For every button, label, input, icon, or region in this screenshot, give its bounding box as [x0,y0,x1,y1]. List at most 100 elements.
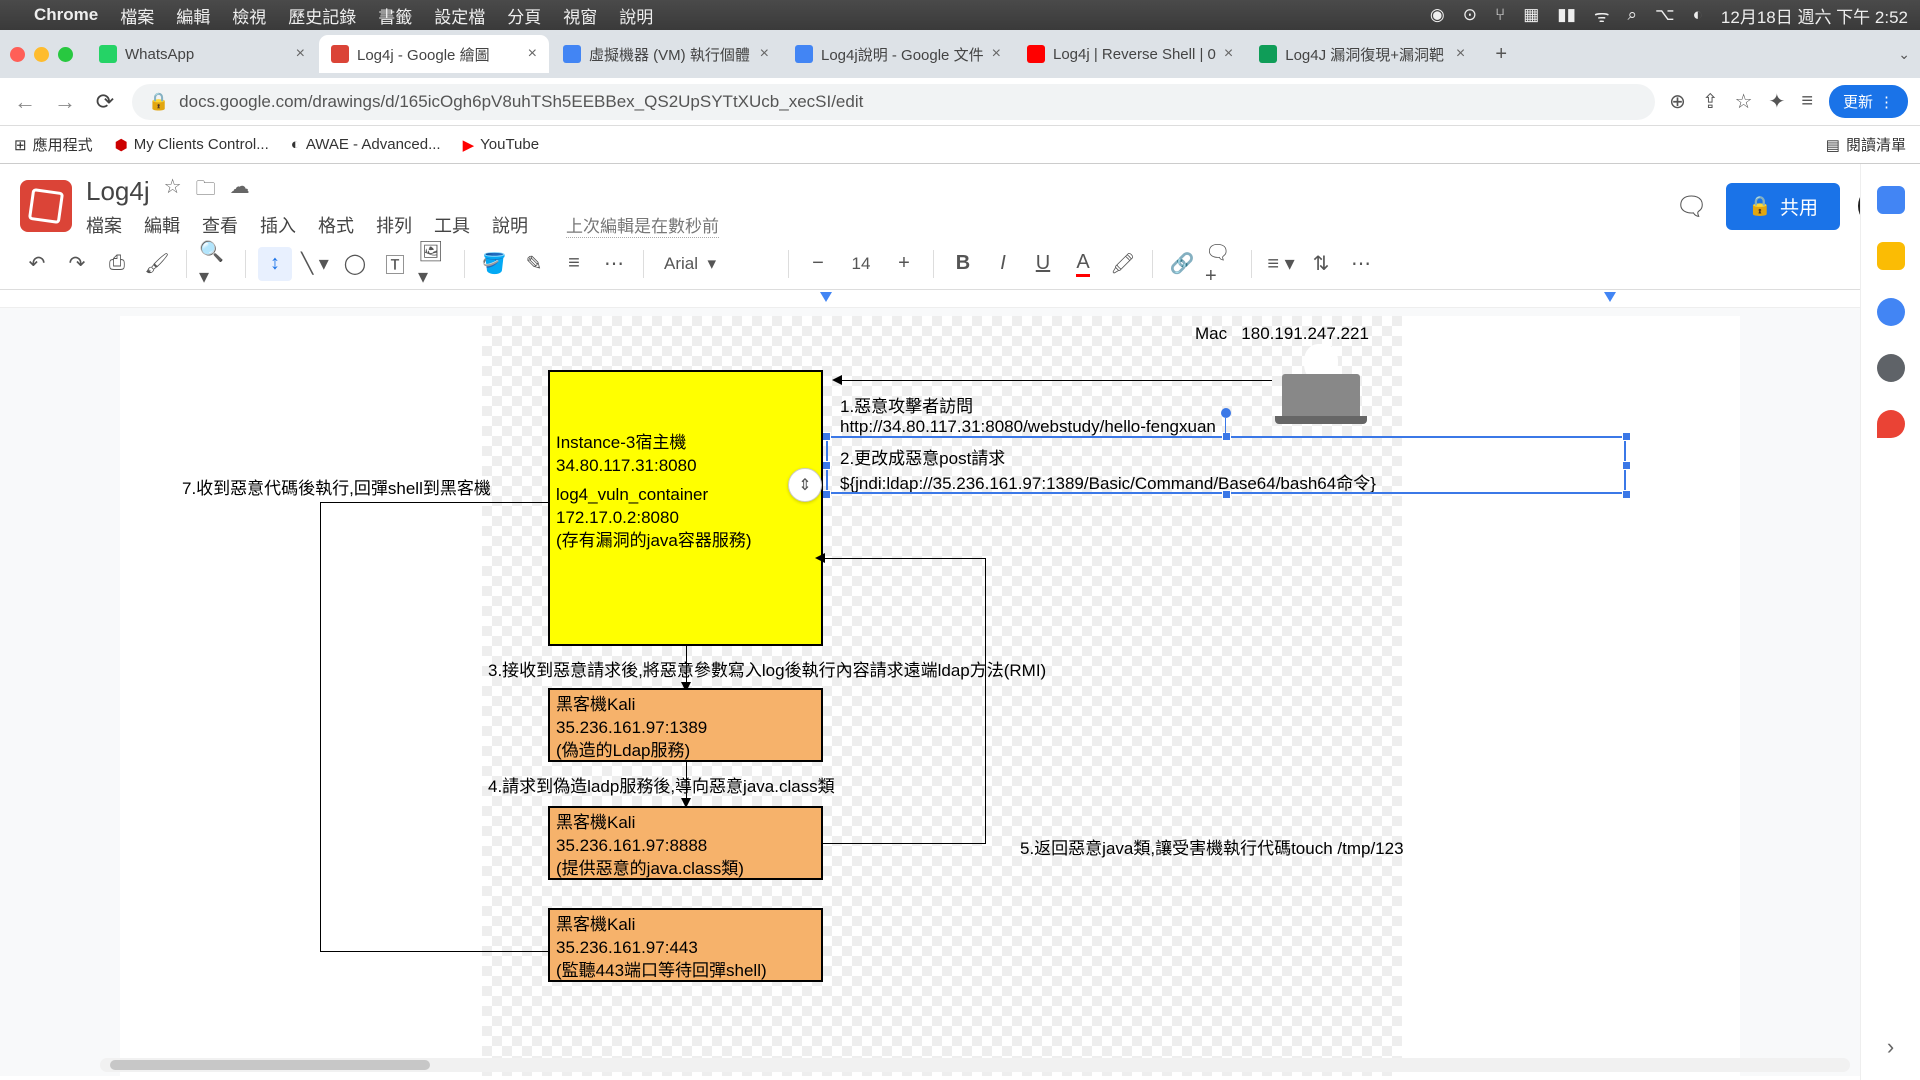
textbox-tool[interactable]: 🅃 [378,247,412,281]
line-tool[interactable]: ╲ ▾ [298,247,332,281]
selection-handle[interactable] [822,490,831,499]
italic-button[interactable]: I [986,247,1020,281]
menu-bookmarks[interactable]: 書籤 [378,3,412,28]
close-icon[interactable]: × [528,45,537,63]
menu-tools[interactable]: 工具 [434,212,470,238]
tab-log4j-doc[interactable]: Log4j說明 - Google 文件× [783,35,1013,73]
forward-button[interactable]: → [52,89,78,115]
play-icon[interactable]: ⊙ [1463,5,1477,25]
menu-tabs[interactable]: 分頁 [507,3,541,28]
app-name[interactable]: Chrome [34,5,98,25]
highlight-color[interactable]: 🖍 [1106,247,1140,281]
minimize-window[interactable] [34,47,49,62]
selection-handle[interactable] [1622,461,1631,470]
ruler[interactable] [0,290,1920,308]
indent-left-marker[interactable] [820,292,832,302]
close-icon[interactable]: × [1224,45,1233,63]
search-icon[interactable]: ⌕ [1628,5,1638,25]
link-button[interactable]: 🔗 [1165,247,1199,281]
keep-icon[interactable] [1877,242,1905,270]
border-dash[interactable]: ⋯ [597,247,631,281]
arrow-step3[interactable] [686,646,687,686]
kali-ldap-box[interactable]: 黑客機Kali 35.236.161.97:1389 (偽造的Ldap服務) [548,688,823,762]
kali-class-box[interactable]: 黑客機Kali 35.236.161.97:8888 (提供惡意的java.cl… [548,806,823,880]
close-icon[interactable]: × [1456,45,1465,63]
undo-button[interactable]: ↶ [20,247,54,281]
comments-icon[interactable]: 🗨 [1675,191,1708,222]
tab-log4j-cve[interactable]: Log4J 漏洞復現+漏洞靶× [1247,35,1477,73]
selection-handle[interactable] [1222,432,1231,441]
menu-window[interactable]: 視窗 [563,3,597,28]
host-box[interactable]: Instance-3宿主機 34.80.117.31:8080 log4_vul… [548,370,823,646]
step4-text[interactable]: 4.請求到偽造ladp服務後,導向惡意java.class類 [488,772,835,797]
bold-button[interactable]: B [946,247,980,281]
bookmark-awae[interactable]: ◐AWAE - Advanced... [291,136,441,153]
tab-whatsapp[interactable]: WhatsApp× [87,35,317,73]
menu-help[interactable]: 說明 [619,3,653,28]
border-weight[interactable]: ≡ [557,247,591,281]
doc-title[interactable]: Log4j [86,176,150,207]
new-tab-button[interactable]: + [1485,38,1517,70]
close-icon[interactable]: × [296,45,305,63]
readlist-icon[interactable]: ≡ [1801,90,1813,113]
line-spacing[interactable]: ⇅ [1304,247,1338,281]
drag-action-icon[interactable]: ⇕ [788,468,822,502]
menu-file[interactable]: 檔案 [86,212,122,238]
indent-right-marker[interactable] [1604,292,1616,302]
back-button[interactable]: ← [12,89,38,115]
hacker-icon[interactable] [1282,374,1367,424]
redo-button[interactable]: ↷ [60,247,94,281]
calendar-icon[interactable] [1877,186,1905,214]
fontsize-input[interactable]: 14 [841,254,881,274]
fontsize-inc[interactable]: + [887,247,921,281]
record-icon[interactable]: ◉ [1430,5,1445,25]
step1-text[interactable]: 1.惡意攻擊者訪問 http://34.80.117.31:8080/webst… [840,392,1216,437]
share-icon[interactable]: ⇪ [1702,89,1719,114]
menu-format[interactable]: 格式 [318,212,354,238]
selection-handle[interactable] [822,461,831,470]
close-window[interactable] [10,47,25,62]
last-edit[interactable]: 上次編輯是在數秒前 [566,212,719,238]
paint-format-button[interactable]: 🖌 [140,247,174,281]
menu-arrange[interactable]: 排列 [376,212,412,238]
tab-youtube[interactable]: Log4j | Reverse Shell | 0× [1015,35,1245,73]
tasks-icon[interactable] [1877,298,1905,326]
font-selector[interactable]: Arial ▾ [656,254,776,274]
menu-view[interactable]: 檢視 [232,3,266,28]
line-step5[interactable] [823,558,986,844]
side-panel-collapse[interactable]: › [1887,1034,1894,1060]
menu-edit[interactable]: 編輯 [176,3,210,28]
omnibox[interactable]: 🔒 docs.google.com/drawings/d/165icOgh6pV… [132,84,1655,120]
image-tool[interactable]: 🖼 ▾ [418,247,452,281]
kali-listener-box[interactable]: 黑客機Kali 35.236.161.97:443 (監聽443端口等待回彈sh… [548,908,823,982]
arrow-step1[interactable] [842,380,1272,381]
siri-icon[interactable]: ◐ [1693,5,1703,25]
git-icon[interactable]: ⑂ [1495,5,1505,25]
maps-icon[interactable] [1877,410,1905,438]
selection-handle[interactable] [1622,432,1631,441]
close-icon[interactable]: × [992,45,1001,63]
reload-button[interactable]: ⟳ [92,89,118,115]
close-icon[interactable]: × [760,45,769,63]
menu-profiles[interactable]: 設定檔 [434,3,485,28]
arrow-step4[interactable] [686,762,687,802]
tab-vm[interactable]: 虛擬機器 (VM) 執行個體× [551,35,781,73]
update-button[interactable]: 更新⋮ [1829,85,1908,118]
menu-edit[interactable]: 編輯 [144,212,180,238]
menu-help[interactable]: 說明 [492,212,528,238]
drawing-canvas[interactable]: Mac 180.191.247.221 1.惡意攻擊者訪問 http://34.… [120,316,1740,1076]
drawings-logo[interactable] [20,180,72,232]
rotate-handle[interactable] [1221,408,1231,418]
menu-insert[interactable]: 插入 [260,212,296,238]
menu-view[interactable]: 查看 [202,212,238,238]
shape-tool[interactable]: ◯ [338,247,372,281]
drawing-stage[interactable]: Mac 180.191.247.221 1.惡意攻擊者訪問 http://34.… [0,308,1920,1076]
wifi-icon[interactable]: ᯤ [1594,4,1610,27]
move-icon[interactable]: 🗀 [196,174,216,208]
menu-file[interactable]: 檔案 [120,3,154,28]
bookmark-youtube[interactable]: ▶YouTube [463,136,540,154]
extensions-icon[interactable]: ✦ [1769,89,1786,114]
maximize-window[interactable] [58,47,73,62]
bookmark-apps[interactable]: ⊞應用程式 [14,134,93,155]
tabs-menu[interactable]: ⌄ [1898,46,1910,63]
